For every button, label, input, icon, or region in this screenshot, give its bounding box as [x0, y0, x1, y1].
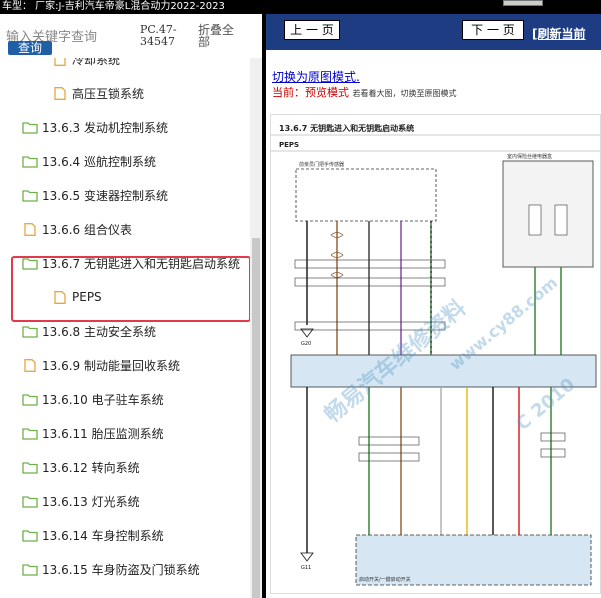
title-button-stub[interactable] — [503, 0, 543, 6]
front-antenna-label: 前亲员门把手传感器 — [299, 161, 344, 168]
refresh-link[interactable]: [刷新当前 — [532, 25, 586, 42]
vehicle-info-bar: 车型： 厂家:J-吉利汽车帝豪L混合动力2022-2023 — [0, 0, 601, 14]
tree-item[interactable]: 13.6.11 胎压监测系统 — [22, 422, 164, 444]
folder-icon — [22, 427, 38, 440]
search-button[interactable]: 查询 — [8, 41, 52, 55]
file-icon — [24, 222, 36, 236]
next-page-button[interactable]: 下 一 页 — [462, 20, 524, 40]
prev-page-button[interactable]: 上 一 页 — [284, 20, 340, 40]
viewer-navbar: 上 一 页 下 一 页 [刷新当前 — [266, 14, 601, 50]
folder-icon — [22, 461, 38, 474]
selection-highlight — [11, 256, 251, 322]
fuse-box-label: 室内保险丝继电器盒 — [507, 153, 552, 160]
scrollbar-thumb[interactable] — [252, 238, 260, 598]
tree-item-label: 高压互锁系统 — [72, 86, 145, 101]
folder-icon — [22, 121, 38, 134]
ground-g20: G20 — [301, 341, 311, 347]
current-hint: 若看着大图，切换至原图模式 — [352, 89, 457, 98]
viewer-panel: 上 一 页 下 一 页 [刷新当前 切换为原图模式. 当前：预览模式 若看着大图… — [262, 14, 601, 598]
tree-item[interactable]: 高压互锁系统 — [52, 82, 144, 104]
tree-item-label: 冷却系统 — [72, 58, 121, 67]
folder-icon — [22, 189, 38, 202]
tree-item[interactable]: 13.6.5 变速器控制系统 — [22, 184, 168, 206]
catalog-tree: 冷却系统高压互锁系统 13.6.3 发动机控制系统 13.6.4 巡航控制系统 13.… — [0, 58, 250, 598]
folder-icon — [22, 155, 38, 168]
vehicle-line: 车型： 厂家:J-吉利汽车帝豪L混合动力2022-2023 — [2, 1, 225, 12]
tree-item[interactable]: 13.6.15 车身防盗及门锁系统 — [22, 558, 200, 580]
search-bar: 输入关键字查询 查询 PC.47-34547 折叠全部 — [0, 14, 262, 58]
tree-item-label: 13.6.9 制动能量回收系统 — [42, 358, 180, 373]
tree-item[interactable]: 13.6.10 电子驻车系统 — [22, 388, 164, 410]
tree-item-label: 13.6.6 组合仪表 — [42, 222, 132, 237]
tree-item[interactable]: 13.6.6 组合仪表 — [22, 218, 132, 240]
tree-scrollbar[interactable] — [250, 58, 262, 598]
tree-item-label: 13.6.8 主动安全系统 — [42, 324, 156, 339]
tree-item-label: 13.6.4 巡航控制系统 — [42, 154, 156, 169]
tree-item-label: 13.6.10 电子驻车系统 — [42, 392, 164, 407]
tree-item-label: 13.6.5 变速器控制系统 — [42, 188, 168, 203]
tree-item-label: 13.6.14 车身控制系统 — [42, 528, 164, 543]
tree-item-label: 13.6.3 发动机控制系统 — [42, 120, 168, 135]
current-prefix: 当前： — [272, 86, 305, 99]
current-mode: 预览模式 — [305, 86, 349, 99]
ground-g11: G11 — [301, 565, 311, 571]
folder-icon — [22, 393, 38, 406]
start-switch-label: 启动开关/一键启动开关 — [359, 576, 411, 583]
document-code: PC.47-34547 — [140, 23, 177, 48]
tree-item[interactable]: 13.6.9 制动能量回收系统 — [22, 354, 180, 376]
tree-item-label: 13.6.11 胎压监测系统 — [42, 426, 164, 441]
file-icon — [54, 58, 66, 66]
wiring-diagram: 13.6.7 无钥匙进入和无钥匙启动系统 PEPS 前亲员门把手传感器 室内保险… — [270, 114, 601, 594]
folder-icon — [22, 529, 38, 542]
tree-item[interactable]: 13.6.14 车身控制系统 — [22, 524, 164, 546]
tree-item[interactable]: 13.6.13 灯光系统 — [22, 490, 140, 512]
folder-icon — [22, 563, 38, 576]
tree-item[interactable]: 13.6.3 发动机控制系统 — [22, 116, 168, 138]
tree-item[interactable]: 冷却系统 — [52, 58, 120, 70]
current-mode-line: 当前：预览模式 若看着大图，切换至原图模式 — [272, 84, 457, 100]
folder-icon — [22, 495, 38, 508]
file-icon — [24, 358, 36, 372]
tree-item[interactable]: 13.6.4 巡航控制系统 — [22, 150, 156, 172]
tree-item-label: 13.6.15 车身防盗及门锁系统 — [42, 562, 200, 577]
tree-item-label: 13.6.12 转向系统 — [42, 460, 140, 475]
file-icon — [54, 86, 66, 100]
wiring-schematic: 前亲员门把手传感器 室内保险丝继电器盒 G20 启动开关/一键启动开关 G11 — [271, 134, 600, 586]
folder-icon — [22, 325, 38, 338]
tree-item[interactable]: 13.6.8 主动安全系统 — [22, 320, 156, 342]
collapse-all-button[interactable]: 折叠全部 — [198, 24, 244, 48]
tree-item[interactable]: 13.6.12 转向系统 — [22, 456, 140, 478]
switch-mode-link[interactable]: 切换为原图模式. — [272, 68, 360, 85]
tree-item-label: 13.6.13 灯光系统 — [42, 494, 140, 509]
